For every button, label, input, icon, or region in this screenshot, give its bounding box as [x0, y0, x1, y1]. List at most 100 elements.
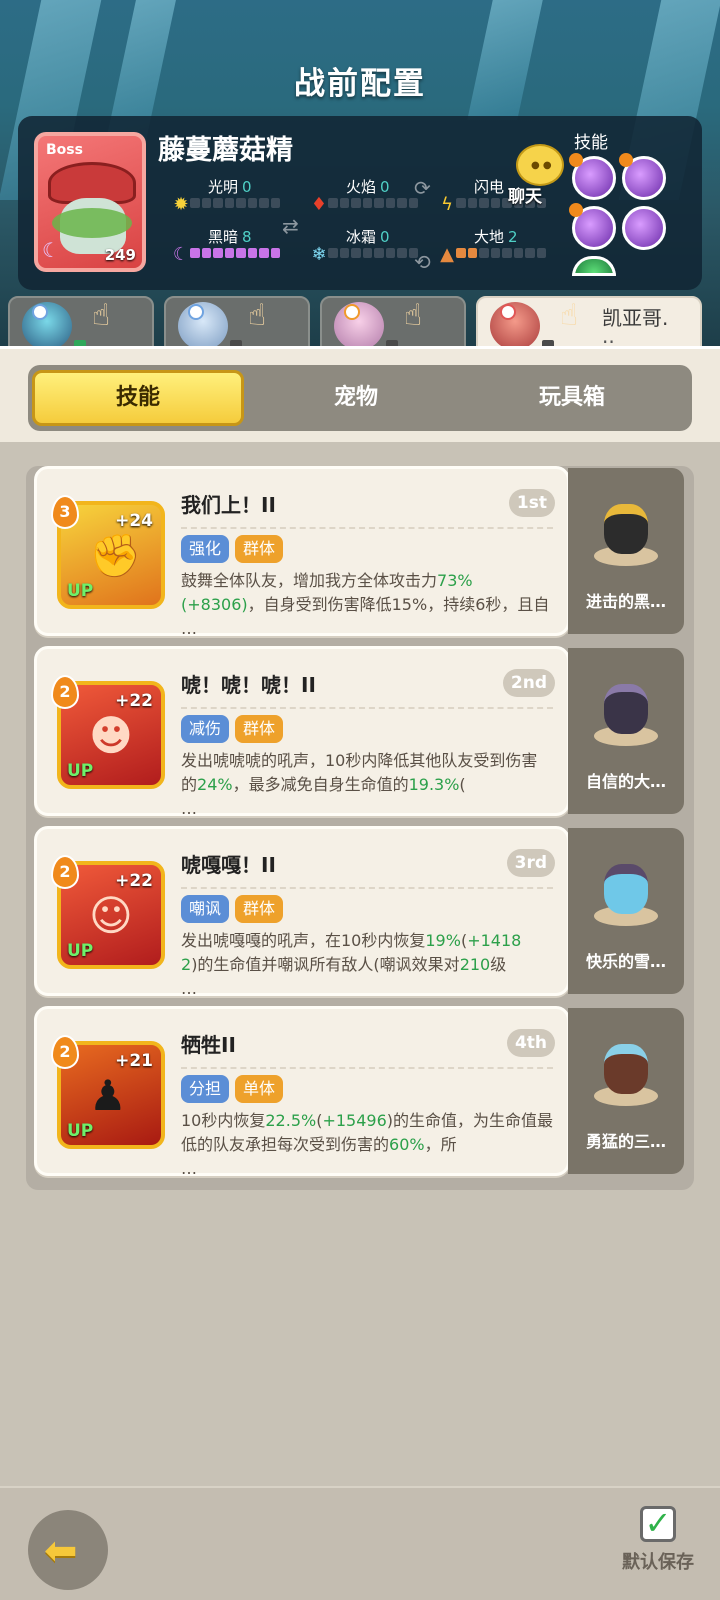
boss-info-panel: Boss ☾ 249 藤蔓蘑菇精 光明 0 ✹ 火焰 0 ♦ 闪电 ϟ 黑暗 8 ☾ [18, 116, 702, 290]
element-label: 火焰 [346, 178, 377, 196]
element-value: 0 [380, 228, 390, 246]
pet-name: 勇猛的三… [585, 1132, 666, 1151]
team-member-tab[interactable]: ☝ [164, 296, 310, 352]
element-badge [344, 304, 360, 320]
boss-portrait[interactable]: Boss ☾ 249 [34, 132, 146, 272]
member-avatar [178, 302, 242, 350]
chat-icon[interactable]: ● ● [516, 144, 564, 186]
skill-plus-level: +24 [115, 511, 153, 531]
default-save-checkbox[interactable]: ✓ [640, 1506, 676, 1542]
lightning-icon: ϟ [441, 194, 453, 215]
skill-title: 唬！唬！唬！II [181, 673, 316, 697]
skill-icon: ✊ 3 +24 UP [51, 495, 165, 609]
member-avatar [334, 302, 398, 350]
boss-skills-label: 技能 [574, 133, 608, 153]
member-avatar [490, 302, 554, 350]
category-tab-track: 技能 宠物 玩具箱 [28, 365, 692, 431]
arrow-icon: ⟲ [414, 250, 431, 274]
sacrifice-icon: ♟ [89, 1071, 127, 1120]
skill-card[interactable]: ✊ 3 +24 UP 我们上！II 1st 强化 群体 鼓舞全体队友，增加我方全… [34, 466, 570, 638]
back-arrow-icon: ⬅ [44, 1528, 78, 1574]
skill-level-badge: 3 [51, 495, 79, 529]
skill-level-badge: 2 [51, 675, 79, 709]
team-member-tab-active[interactable]: ☝ 凯亚哥. .. [476, 296, 702, 352]
pet-name: 快乐的雪… [585, 952, 666, 971]
skill-card[interactable]: ♟ 2 +21 UP 牺牲II 4th 分担 单体 10秒内恢复22.5%(+1… [34, 1006, 570, 1178]
skill-card[interactable]: ☻ 2 +22 UP 唬！唬！唬！II 2nd 减伤 群体 发出唬唬唬的吼声，1… [34, 646, 570, 818]
skill-title: 牺牲II [181, 1033, 236, 1057]
fire-icon: ♦ [310, 194, 328, 215]
team-member-tab[interactable]: ☝ [320, 296, 466, 352]
skill-card[interactable]: ☺ 2 +22 UP 唬嘎嘎！II 3rd 嘲讽 群体 发出唬嘎嘎的吼声，在10… [34, 826, 570, 998]
element-label: 闪电 [474, 178, 505, 196]
divider [181, 707, 553, 709]
upgrade-tag: UP [67, 581, 94, 601]
boss-skill-orb[interactable] [622, 206, 666, 250]
category-tab-bar: 技能 宠物 玩具箱 [0, 346, 720, 442]
upgrade-tag: UP [67, 761, 94, 781]
pet-slot[interactable]: 自信的大… [568, 648, 684, 814]
skill-type-tag: 嘲讽 [181, 895, 230, 923]
boss-tag: Boss [46, 142, 83, 158]
pet-slot[interactable]: 快乐的雪… [568, 828, 684, 994]
divider [181, 887, 553, 889]
boss-level: 249 [104, 246, 136, 264]
moon-icon: ☾ [172, 244, 190, 265]
boss-skill-orb[interactable] [569, 153, 616, 200]
pet-name: 进击的黑… [585, 592, 666, 611]
skill-type-tag: 强化 [181, 535, 230, 563]
default-save-label[interactable]: 默认保存 [622, 1548, 694, 1574]
upgrade-tag: UP [67, 941, 94, 961]
tab-toys[interactable]: 玩具箱 [466, 370, 678, 426]
element-value: 8 [242, 228, 252, 246]
pet-slot[interactable]: 进击的黑… [568, 468, 684, 634]
pet-figure [590, 1028, 662, 1108]
skill-description: 鼓舞全体队友，增加我方全体攻击力73%(+8306)，自身受到伤害降低15%，持… [181, 571, 550, 638]
member-avatar [22, 302, 86, 350]
pet-figure [590, 488, 662, 568]
pet-figure [590, 668, 662, 748]
battle-config-header: 战前配置 Boss ☾ 249 藤蔓蘑菇精 光明0 ✹ 火焰0 ♦ 闪电 ϟ [0, 0, 720, 352]
arrow-icon: ⇄ [282, 214, 299, 238]
tap-hand-icon: ☝ [560, 298, 579, 333]
element-badge [188, 304, 204, 320]
earth-icon: ▲ [440, 244, 454, 265]
boss-skill-orb[interactable] [572, 256, 616, 276]
pet-figure [590, 848, 662, 928]
tap-hand-icon: ☝ [248, 298, 267, 333]
tab-pets[interactable]: 宠物 [250, 370, 462, 426]
arrow-icon: ⟳ [414, 176, 431, 200]
skill-title: 我们上！II [181, 493, 276, 517]
skill-title: 唬嘎嘎！II [181, 853, 276, 877]
boss-skill-orb[interactable] [619, 153, 666, 200]
skill-target-tag: 群体 [235, 895, 284, 923]
back-button[interactable]: ⬅ [28, 1510, 108, 1590]
element-bar [456, 248, 546, 258]
pet-name: 自信的大… [585, 772, 666, 791]
skill-level-badge: 2 [51, 1035, 79, 1069]
upgrade-tag: UP [67, 1121, 94, 1141]
element-value: 0 [380, 178, 390, 196]
element-bar [328, 248, 418, 258]
skill-level-badge: 2 [51, 855, 79, 889]
skill-target-tag: 单体 [235, 1075, 284, 1103]
tab-skills[interactable]: 技能 [32, 370, 244, 426]
skill-icon: ☻ 2 +22 UP [51, 675, 165, 789]
divider [181, 1067, 553, 1069]
tap-hand-icon: ☝ [404, 298, 423, 333]
skill-icon: ♟ 2 +21 UP [51, 1035, 165, 1149]
element-label: 光明 [208, 178, 239, 196]
vine-leaf [52, 208, 132, 238]
element-label: 大地 [474, 228, 505, 246]
chat-label[interactable]: 聊天 [508, 182, 542, 207]
moon-icon: ☾ [42, 238, 60, 262]
element-bar [190, 198, 280, 208]
tap-hand-icon: ☝ [92, 298, 111, 333]
pet-slot[interactable]: 勇猛的三… [568, 1008, 684, 1174]
skill-description: 发出唬唬唬的吼声，10秒内降低其他队友受到伤害的24%，最多减免自身生命值的19… [181, 751, 538, 818]
boss-skill-orb[interactable] [569, 203, 616, 250]
skill-icon: ☺ 2 +22 UP [51, 855, 165, 969]
element-bar [328, 198, 418, 208]
team-member-tab[interactable]: ☝ [8, 296, 154, 352]
cheer-icon: ✊ [89, 531, 142, 580]
